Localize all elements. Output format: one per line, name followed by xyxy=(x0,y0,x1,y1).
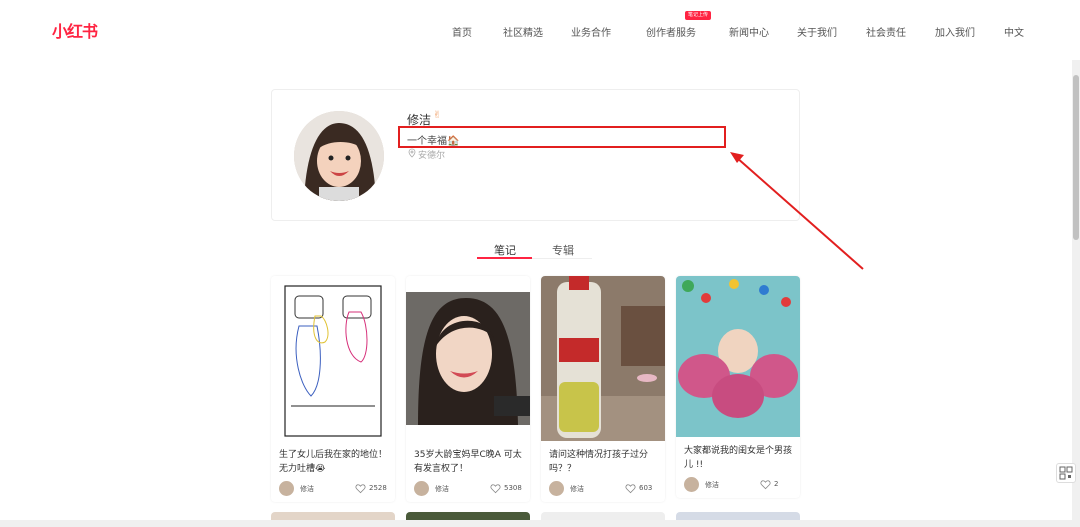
note-card[interactable]: 大家都说我的闺女是个男孩儿 !! 修洁 2 xyxy=(676,276,800,498)
qr-code-icon xyxy=(1059,466,1073,480)
like-count: 2 xyxy=(774,480,779,488)
author-name: 修洁 xyxy=(435,485,449,493)
nav-community[interactable]: 社区精选 xyxy=(503,24,543,39)
note-title: 35岁大龄宝妈早C晚A 可太有发言权了！ xyxy=(414,450,522,474)
nav-business[interactable]: 业务合作 xyxy=(571,24,611,39)
heart-icon[interactable] xyxy=(625,483,636,494)
tab-albums[interactable]: 专辑 xyxy=(552,242,574,258)
heart-icon[interactable] xyxy=(490,483,501,494)
avatar xyxy=(294,111,384,201)
author-avatar xyxy=(414,481,429,496)
note-title: 生了女儿后我在家的地位！无力吐槽😭 xyxy=(279,450,388,474)
annotation-highlight-box xyxy=(398,126,726,148)
horizontal-scrollbar[interactable] xyxy=(0,520,1072,527)
note-title: 请问这种情况打孩子过分吗？？ xyxy=(549,450,649,474)
note-image xyxy=(541,276,665,441)
new-badge: 笔记上传 xyxy=(685,11,711,20)
note-image xyxy=(406,276,530,442)
note-footer: 修洁 2 xyxy=(684,477,794,493)
author-name: 修洁 xyxy=(300,485,314,493)
nav-home[interactable]: 首页 xyxy=(452,24,472,39)
nav-creator[interactable]: 创作者服务 xyxy=(646,24,696,39)
note-card[interactable]: 生了女儿后我在家的地位！无力吐槽😭 修洁 2528 xyxy=(271,276,395,502)
top-header: 小红书 首页 社区精选 业务合作 创作者服务 新闻中心 关于我们 社会责任 加入… xyxy=(0,0,1080,60)
nav-news[interactable]: 新闻中心 xyxy=(729,24,769,39)
heart-icon[interactable] xyxy=(355,483,366,494)
note-footer: 修洁 2528 xyxy=(279,481,389,497)
author-avatar xyxy=(549,481,564,496)
user-location: 安德尔 xyxy=(418,151,446,161)
nav-responsibility[interactable]: 社会责任 xyxy=(866,24,906,39)
qr-code-button[interactable] xyxy=(1056,463,1076,483)
note-card[interactable]: 35岁大龄宝妈早C晚A 可太有发言权了！ 修洁 5308 xyxy=(406,276,530,502)
note-footer: 修洁 603 xyxy=(549,481,659,497)
main-nav: 首页 社区精选 业务合作 创作者服务 新闻中心 关于我们 社会责任 加入我们 中… xyxy=(0,24,1080,39)
nav-about[interactable]: 关于我们 xyxy=(797,24,837,39)
tab-notes[interactable]: 笔记 xyxy=(494,242,516,258)
note-card[interactable]: 请问这种情况打孩子过分吗？？ 修洁 603 xyxy=(541,276,665,502)
note-footer: 修洁 5308 xyxy=(414,481,524,497)
heart-icon[interactable] xyxy=(760,479,771,490)
like-count: 2528 xyxy=(369,484,387,492)
scrollbar-thumb[interactable] xyxy=(1073,75,1079,240)
author-name: 修洁 xyxy=(570,485,584,493)
note-title: 大家都说我的闺女是个男孩儿 !! xyxy=(684,446,793,470)
like-count: 5308 xyxy=(504,484,522,492)
active-tab-indicator xyxy=(477,257,532,259)
nav-join[interactable]: 加入我们 xyxy=(935,24,975,39)
hand-emoji-icon: ✌ xyxy=(433,110,442,121)
note-image xyxy=(271,276,395,442)
note-image xyxy=(676,276,800,437)
tab-divider xyxy=(532,258,592,259)
author-name: 修洁 xyxy=(705,481,719,489)
location-pin-icon xyxy=(408,148,416,158)
annotation-arrow xyxy=(730,152,864,270)
author-avatar xyxy=(684,477,699,492)
like-count: 603 xyxy=(639,484,653,492)
nav-language[interactable]: 中文 xyxy=(1004,24,1024,39)
author-avatar xyxy=(279,481,294,496)
